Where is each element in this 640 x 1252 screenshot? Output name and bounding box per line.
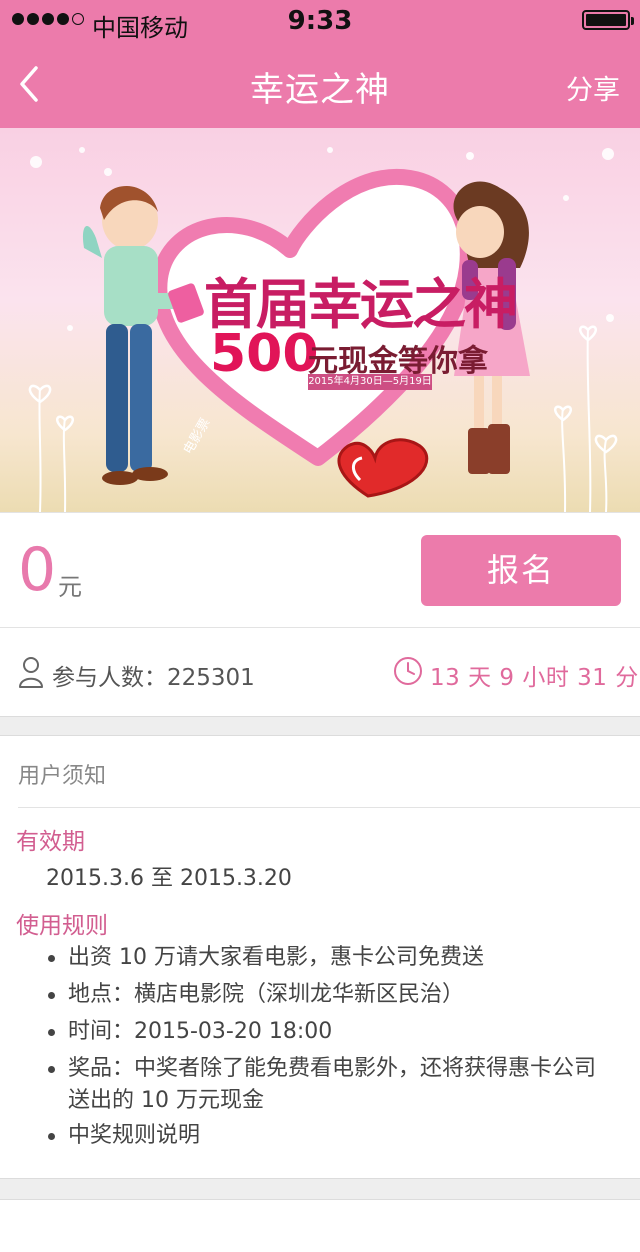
- status-bar: 中国移动 9:33: [0, 0, 640, 42]
- banner-amount: 500: [210, 324, 319, 384]
- user-icon: [19, 657, 43, 688]
- share-button[interactable]: 分享: [566, 68, 620, 107]
- rules-heading: 使用规则: [16, 913, 108, 939]
- validity-text: 2015.3.6 至 2015.3.20: [46, 866, 292, 891]
- rule-item: 时间：2015-03-20 18:00: [48, 1016, 608, 1048]
- participant-count: 参与人数：225301: [52, 665, 255, 691]
- price-unit: 元: [58, 573, 82, 601]
- rule-item: 中奖规则说明: [48, 1120, 608, 1152]
- page-title: 幸运之神: [250, 70, 390, 110]
- rule-item: 出资 10 万请大家看电影，惠卡公司免费送: [48, 942, 608, 974]
- section-separator: [0, 716, 640, 736]
- countdown-timer: 13 天 9 小时 31 分: [430, 665, 639, 691]
- promo-banner[interactable]: 首届幸运之神 500 元现金等你拿 2015年4月30日—5月19日 电影票: [0, 128, 640, 512]
- clock-icon: [394, 657, 422, 685]
- navigation-bar: 幸运之神 分享: [0, 40, 640, 128]
- validity-heading: 有效期: [16, 829, 85, 855]
- price-value: 0: [18, 535, 57, 605]
- rule-item: 奖品：中奖者除了能免费看电影外，还将获得惠卡公司送出的 10 万元现金: [48, 1053, 596, 1117]
- notice-title: 用户须知: [18, 764, 107, 789]
- user-notice-section: 用户须知 有效期 2015.3.6 至 2015.3.20 使用规则 出资 10…: [0, 736, 640, 1178]
- rule-item: 地点：横店电影院（深圳龙华新区民治）: [48, 979, 608, 1011]
- stats-row: 参与人数：225301 13 天 9 小时 31 分: [0, 628, 640, 716]
- battery-icon: [582, 10, 634, 30]
- divider: [18, 807, 640, 808]
- section-separator: [0, 1178, 640, 1200]
- banner-date-range: 2015年4月30日—5月19日: [308, 374, 432, 390]
- status-time: 9:33: [287, 6, 353, 36]
- price-row: 0 元 报名: [0, 512, 640, 628]
- signup-button[interactable]: 报名: [421, 535, 621, 606]
